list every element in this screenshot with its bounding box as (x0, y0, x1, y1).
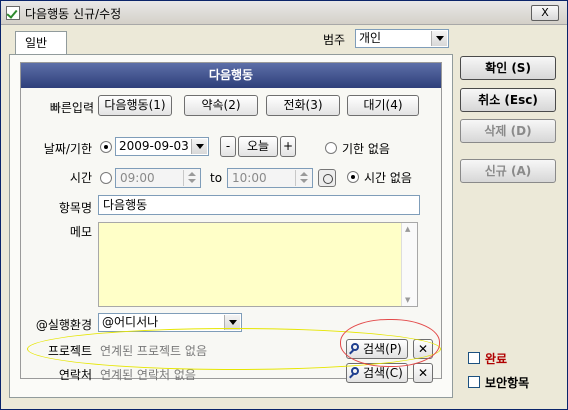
ok-button[interactable]: 확인 (S) (460, 56, 556, 80)
project-search-label: 검색(P) (363, 342, 402, 356)
no-time-radio[interactable] (347, 171, 359, 183)
section-title: 다음행동 (21, 63, 441, 88)
date-minus-button[interactable]: - (220, 136, 236, 157)
secure-label: 보안항목 (485, 376, 530, 390)
contact-value: 연계된 연락처 없음 (100, 368, 196, 382)
project-label: 프로젝트 (47, 344, 92, 358)
start-time-value: 09:00 (120, 171, 155, 185)
new-button[interactable]: 신규 (A) (460, 159, 556, 183)
magnifier-icon (351, 367, 359, 375)
memo-label: 메모 (69, 225, 92, 239)
memo-scrollbar[interactable] (401, 223, 417, 306)
date-radio[interactable] (100, 141, 112, 153)
cancel-button[interactable]: 취소 (Esc) (460, 88, 556, 112)
clock-icon[interactable] (318, 169, 336, 187)
done-checkbox[interactable] (468, 352, 480, 364)
chevron-down-icon[interactable] (224, 315, 240, 330)
category-value: 개인 (359, 31, 382, 45)
no-deadline-radio[interactable] (325, 142, 337, 154)
end-time-field[interactable]: 10:00 (227, 168, 313, 188)
contact-clear-button[interactable]: ✕ (413, 363, 433, 383)
time-label: 시간 (69, 171, 92, 185)
date-picker[interactable]: 2009-09-03 (115, 137, 209, 156)
quick-call-button[interactable]: 전화(3) (266, 95, 340, 116)
context-select[interactable]: @어디서나 (98, 313, 242, 332)
contact-search-button[interactable]: 검색(C) (346, 363, 408, 383)
memo-textarea[interactable] (98, 222, 418, 307)
magnifier-icon (351, 343, 359, 351)
category-label: 범주 (323, 33, 346, 47)
category-select[interactable]: 개인 (355, 29, 449, 48)
contact-label: 연락처 (58, 368, 92, 382)
project-value: 연계된 프로젝트 없음 (100, 344, 207, 358)
dialog-window: 다음행동 신규/수정 X 일반 범주 개인 다음행동 빠른입력 다음행동(1) … (0, 0, 568, 410)
date-value: 2009-09-03 (119, 139, 189, 153)
title-bar[interactable]: 다음행동 신규/수정 X (1, 1, 567, 25)
date-plus-button[interactable]: + (280, 136, 296, 157)
quick-next-action-button[interactable]: 다음행동(1) (98, 95, 172, 116)
end-time-spinner[interactable] (295, 170, 311, 186)
window-title: 다음행동 신규/수정 (25, 7, 122, 21)
quick-input-label: 빠른입력 (49, 101, 94, 115)
item-name-field[interactable]: 다음행동 (98, 195, 420, 215)
close-button[interactable]: X (531, 5, 559, 21)
delete-button[interactable]: 삭제 (D) (460, 119, 556, 143)
checklist-icon (6, 6, 20, 20)
project-search-button[interactable]: 검색(P) (346, 339, 408, 359)
start-time-field[interactable]: 09:00 (115, 168, 201, 188)
context-label: @실행환경 (35, 318, 92, 332)
secure-checkbox[interactable] (468, 376, 480, 388)
end-time-value: 10:00 (232, 171, 267, 185)
time-to-label: to (210, 171, 223, 185)
start-time-spinner[interactable] (183, 170, 199, 186)
done-label: 완료 (485, 352, 508, 366)
contact-search-label: 검색(C) (363, 366, 403, 380)
quick-appointment-button[interactable]: 약속(2) (184, 95, 258, 116)
context-value: @어디서나 (102, 315, 159, 329)
no-deadline-label: 기한 없음 (342, 142, 390, 156)
tab-general[interactable]: 일반 (15, 31, 67, 55)
today-button[interactable]: 오늘 (238, 136, 278, 157)
project-clear-button[interactable]: ✕ (413, 339, 433, 359)
item-name-label: 항목명 (58, 201, 92, 215)
time-radio[interactable] (100, 172, 112, 184)
no-time-label: 시간 없음 (364, 171, 412, 185)
chevron-down-icon[interactable] (431, 31, 447, 46)
date-label: 날짜/기한 (43, 142, 92, 156)
quick-waiting-button[interactable]: 대기(4) (347, 95, 419, 116)
chevron-down-icon[interactable] (191, 139, 207, 154)
